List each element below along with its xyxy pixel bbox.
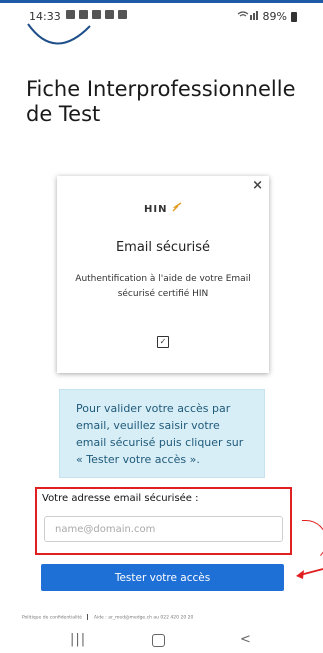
notification-icon bbox=[66, 10, 75, 19]
top-accent-line bbox=[0, 0, 323, 3]
recents-icon[interactable]: ||| bbox=[70, 632, 86, 647]
annotation-arrow-icon bbox=[296, 568, 323, 579]
checkbox-checked-icon[interactable]: ✓ bbox=[157, 336, 169, 348]
logo-arc-icon bbox=[27, 23, 91, 45]
notification-icon bbox=[105, 10, 114, 19]
hin-spark-icon bbox=[172, 202, 182, 215]
status-right: 89% bbox=[237, 10, 297, 23]
footer: Politique de confidentialité Aide : ar_m… bbox=[22, 614, 312, 621]
home-icon[interactable] bbox=[152, 634, 165, 647]
close-icon[interactable]: × bbox=[252, 178, 263, 193]
hin-logo: HIN bbox=[57, 202, 269, 215]
battery-percent: 89% bbox=[262, 10, 287, 23]
back-icon[interactable]: < bbox=[240, 632, 251, 647]
auth-card-title: Email sécurisé bbox=[115, 240, 211, 255]
notification-icons bbox=[66, 10, 127, 19]
android-nav-bar: ||| < bbox=[0, 628, 323, 653]
auth-method-card[interactable]: × HIN Email sécurisé Authentification à … bbox=[57, 176, 269, 373]
info-message: Pour valider votre accès par email, veui… bbox=[59, 389, 265, 478]
test-access-button[interactable]: Tester votre accès bbox=[41, 564, 284, 591]
email-section-highlight: Votre adresse email sécurisée : bbox=[35, 487, 292, 555]
hin-logo-text: HIN bbox=[144, 204, 168, 215]
help-text: Aide : ar_med@medge.ch au 022 420 20 20 bbox=[93, 615, 194, 621]
email-input[interactable] bbox=[44, 516, 283, 542]
notification-icon bbox=[118, 10, 127, 19]
wifi-icon bbox=[237, 10, 259, 23]
auth-card-description: Authentification à l'aide de votre Email… bbox=[75, 274, 251, 299]
email-label: Votre adresse email sécurisée : bbox=[42, 493, 199, 504]
site-logo bbox=[20, 22, 110, 52]
notification-icon bbox=[92, 10, 101, 19]
privacy-link[interactable]: Politique de confidentialité bbox=[22, 616, 82, 621]
page-title: Fiche Interprofessionnelle de Test bbox=[26, 77, 296, 126]
footer-separator bbox=[87, 614, 89, 620]
notification-icon bbox=[79, 10, 88, 19]
battery-icon bbox=[291, 11, 297, 22]
annotation-curve bbox=[302, 520, 323, 562]
